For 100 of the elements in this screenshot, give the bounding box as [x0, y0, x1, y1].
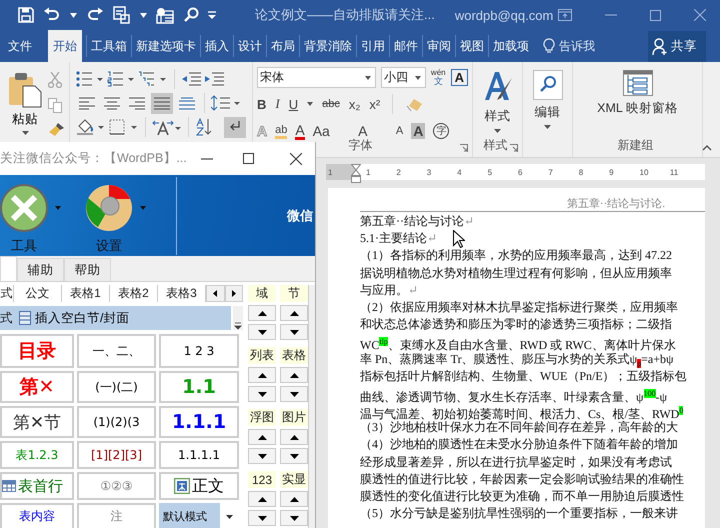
- paintbrush-icon[interactable]: [48, 123, 64, 137]
- move-up-button[interactable]: [280, 305, 308, 321]
- scroll-down-icon[interactable]: [233, 306, 243, 330]
- sub-tab[interactable]: 式: [0, 285, 14, 302]
- style-button[interactable]: 目录: [0, 334, 74, 368]
- move-up-button[interactable]: [248, 305, 276, 321]
- undo-icon[interactable]: [43, 7, 61, 23]
- search-icon[interactable]: [183, 7, 199, 23]
- style-button[interactable]: 表首行: [0, 472, 74, 500]
- format-button[interactable]: x²: [369, 96, 380, 112]
- minimize-icon[interactable]: [201, 158, 213, 160]
- insert-section-button[interactable]: 插入空白节/封面: [19, 310, 130, 326]
- character-shading-button[interactable]: A: [411, 123, 426, 139]
- sub-tab[interactable]: 表格1: [62, 285, 110, 302]
- ribbon-tab[interactable]: 开始: [48, 30, 82, 62]
- style-button[interactable]: (1)(2)(3: [77, 406, 156, 438]
- ribbon-tab[interactable]: 工具箱: [86, 35, 131, 57]
- style-button[interactable]: 1.1.1: [159, 406, 239, 438]
- borders-icon[interactable]: [109, 119, 139, 135]
- format-button[interactable]: abc: [322, 98, 340, 110]
- ribbon-tab[interactable]: 文件: [4, 30, 36, 62]
- toolbar-button[interactable]: 工具: [0, 184, 48, 254]
- style-button[interactable]: 表内容: [0, 503, 74, 528]
- sub-tab[interactable]: 公文: [14, 285, 62, 302]
- format-button[interactable]: x₂: [348, 96, 360, 112]
- multilevel-list-icon[interactable]: [138, 71, 168, 87]
- ribbon-tab[interactable]: 设计: [233, 35, 266, 57]
- caret-icon[interactable]: [70, 12, 77, 18]
- style-button[interactable]: 第✕节: [0, 406, 74, 438]
- move-down-button[interactable]: [248, 448, 276, 464]
- style-button[interactable]: 1.1.1.1: [159, 441, 239, 469]
- styles-button[interactable]: 样式: [476, 66, 518, 134]
- style-button[interactable]: 1 2 3: [159, 334, 239, 368]
- numbered-list-icon[interactable]: [107, 71, 135, 87]
- ribbon-tab[interactable]: 插入: [200, 35, 233, 57]
- move-up-button[interactable]: [280, 367, 308, 383]
- style-button[interactable]: 注: [77, 503, 156, 528]
- style-button[interactable]: 第✕: [0, 371, 74, 403]
- indent-marker-icon[interactable]: [351, 164, 361, 186]
- highlight-button[interactable]: ab: [275, 124, 288, 138]
- enclose-character-button[interactable]: 字: [433, 123, 450, 139]
- redo-icon[interactable]: [86, 7, 104, 23]
- move-up-button[interactable]: [280, 429, 308, 445]
- style-button[interactable]: 正文: [159, 472, 239, 500]
- ribbon-tab[interactable]: 审阅: [422, 35, 455, 57]
- sub-tab[interactable]: 表格2: [110, 285, 158, 302]
- ribbon-tab[interactable]: 加载项: [488, 35, 533, 57]
- close-icon[interactable]: [290, 152, 302, 164]
- paste-button[interactable]: 粘贴: [4, 66, 44, 135]
- panel-tab[interactable]: 辅助: [17, 258, 64, 281]
- scrollbar[interactable]: [308, 285, 315, 528]
- customize-icon[interactable]: [208, 11, 216, 19]
- style-button[interactable]: ①②③: [77, 472, 156, 500]
- ribbon-tab[interactable]: 布局: [266, 35, 299, 57]
- ribbon-tab[interactable]: 新建选项卡: [131, 35, 200, 57]
- bullet-list-icon[interactable]: [76, 71, 104, 87]
- dialog-launcher-icon[interactable]: [510, 144, 518, 152]
- scroll-left-button[interactable]: [206, 285, 224, 302]
- align-button[interactable]: [151, 92, 173, 114]
- format-button[interactable]: B: [257, 96, 266, 112]
- move-down-button[interactable]: [280, 510, 308, 526]
- style-button[interactable]: [1][2][3]: [77, 441, 156, 469]
- table-icon[interactable]: [156, 6, 174, 24]
- format-button[interactable]: U: [288, 96, 298, 112]
- shading-icon[interactable]: [76, 118, 106, 136]
- font-size-field[interactable]: 小四: [381, 66, 426, 88]
- move-down-button[interactable]: [280, 448, 308, 464]
- increase-indent-icon[interactable]: [204, 72, 224, 86]
- move-up-button[interactable]: [248, 429, 276, 445]
- move-down-button[interactable]: [248, 386, 276, 402]
- style-button[interactable]: (一)(二): [77, 371, 156, 403]
- grow-font-button[interactable]: A: [338, 123, 388, 139]
- caret-icon[interactable]: [55, 206, 61, 210]
- phonetic-guide-button[interactable]: wén 文: [430, 68, 446, 86]
- line-spacing-icon[interactable]: [211, 95, 241, 111]
- sort-icon[interactable]: [195, 118, 213, 136]
- ribbon-tab[interactable]: 视图: [455, 35, 488, 57]
- caret-icon[interactable]: [140, 12, 147, 18]
- ribbon-tab[interactable]: 背景消除: [299, 35, 356, 57]
- collapse-ribbon-icon[interactable]: [702, 145, 712, 151]
- format-button[interactable]: I: [275, 96, 280, 112]
- character-border-button[interactable]: A: [450, 68, 468, 86]
- scroll-right-button[interactable]: [224, 285, 243, 302]
- dialog-launcher-icon[interactable]: [460, 144, 468, 152]
- print-preview-icon[interactable]: [113, 6, 131, 24]
- tell-me-field[interactable]: 告诉我: [559, 30, 595, 62]
- move-down-button[interactable]: [248, 324, 276, 340]
- move-up-button[interactable]: [248, 367, 276, 383]
- show-marks-button[interactable]: [224, 116, 246, 138]
- shrink-font-button[interactable]: A: [396, 125, 404, 137]
- move-down-button[interactable]: [248, 510, 276, 526]
- editing-button[interactable]: 编辑: [526, 66, 568, 130]
- ribbon-display-icon[interactable]: [558, 9, 572, 21]
- style-button[interactable]: 一、二、: [77, 334, 156, 368]
- caret-icon[interactable]: [140, 206, 146, 210]
- save-icon[interactable]: [18, 7, 34, 23]
- caret-icon[interactable]: [307, 102, 314, 106]
- xml-mapping-button[interactable]: XML 映射窗格: [591, 66, 684, 118]
- ribbon-tab[interactable]: 引用: [356, 35, 389, 57]
- panel-tab[interactable]: 帮助: [64, 258, 111, 281]
